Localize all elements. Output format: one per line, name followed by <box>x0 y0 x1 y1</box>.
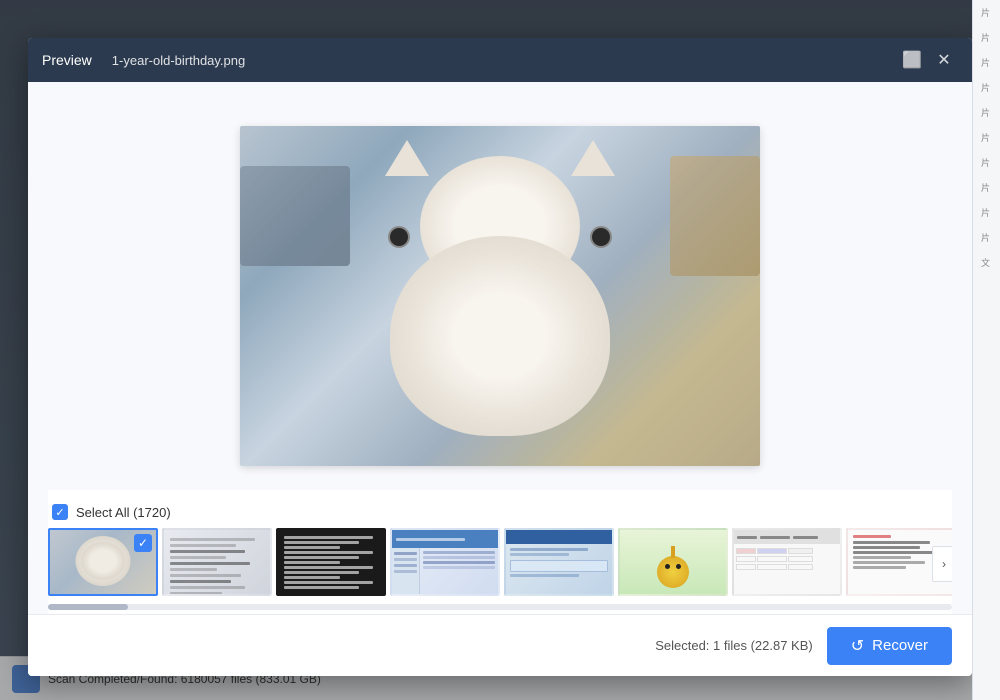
sidebar-item-9[interactable]: 片 <box>973 200 998 225</box>
sidebar-item-5[interactable]: 片 <box>973 100 998 125</box>
sidebar-item-4[interactable]: 片 <box>973 75 998 100</box>
bg-blur-left <box>240 166 350 266</box>
modal-titlebar: Preview 1-year-old-birthday.png ⬜ ✕ <box>28 38 972 82</box>
thumbnails-row: › <box>48 528 952 600</box>
selected-files-info: Selected: 1 files (22.87 KB) <box>655 638 813 653</box>
sidebar-item-6[interactable]: 片 <box>973 125 998 150</box>
thumb-check-1 <box>134 534 152 552</box>
select-all-row: Select All (1720) <box>48 504 952 528</box>
modal-content: Select All (1720) <box>28 82 972 614</box>
modal-bottom-bar: Selected: 1 files (22.87 KB) ↺ Recover <box>28 614 972 676</box>
preview-modal: Preview 1-year-old-birthday.png ⬜ ✕ <box>28 38 972 676</box>
sidebar-item-7[interactable]: 片 <box>973 150 998 175</box>
sidebar-right: 片 片 片 片 片 片 片 片 片 片 文 <box>972 0 1000 700</box>
thumbnail-scrollbar[interactable] <box>48 604 952 610</box>
thumbnail-4[interactable] <box>390 528 500 596</box>
cat-body <box>390 236 610 436</box>
bg-blur-right <box>670 156 760 276</box>
select-all-checkbox[interactable] <box>52 504 68 520</box>
recover-label: Recover <box>872 637 928 654</box>
thumbnail-area: Select All (1720) <box>48 490 952 614</box>
thumbnail-2[interactable] <box>162 528 272 596</box>
cat-eye-right <box>388 226 410 248</box>
thumbnail-5[interactable] <box>504 528 614 596</box>
modal-maximize-button[interactable]: ⬜ <box>898 46 926 74</box>
sidebar-item-1[interactable]: 片 <box>973 0 998 25</box>
thumbnail-3[interactable] <box>276 528 386 596</box>
cat-photo <box>240 126 760 466</box>
sidebar-item-3[interactable]: 片 <box>973 50 998 75</box>
recover-button[interactable]: ↺ Recover <box>827 627 952 665</box>
modal-close-button[interactable]: ✕ <box>930 46 958 74</box>
sidebar-item-10[interactable]: 片 <box>973 225 998 250</box>
thumbnail-7[interactable] <box>732 528 842 596</box>
thumbnail-6[interactable] <box>618 528 728 596</box>
recover-icon: ↺ <box>851 636 864 656</box>
cat-eye-left <box>590 226 612 248</box>
scrollbar-thumb[interactable] <box>48 604 128 610</box>
thumbnail-1[interactable] <box>48 528 158 596</box>
sidebar-item-11[interactable]: 文 <box>973 250 998 275</box>
modal-filename: 1-year-old-birthday.png <box>112 53 245 68</box>
cat-ear-left <box>385 140 429 176</box>
image-container <box>48 102 952 490</box>
select-all-label: Select All (1720) <box>76 505 171 520</box>
sidebar-item-2[interactable]: 片 <box>973 25 998 50</box>
modal-app-name: Preview <box>42 52 92 68</box>
cat-ear-right <box>571 140 615 176</box>
modal-window-controls: ⬜ ✕ <box>898 46 958 74</box>
sidebar-item-8[interactable]: 片 <box>973 175 998 200</box>
main-preview-image <box>240 126 760 466</box>
thumbnails-next-button[interactable]: › <box>932 546 952 582</box>
